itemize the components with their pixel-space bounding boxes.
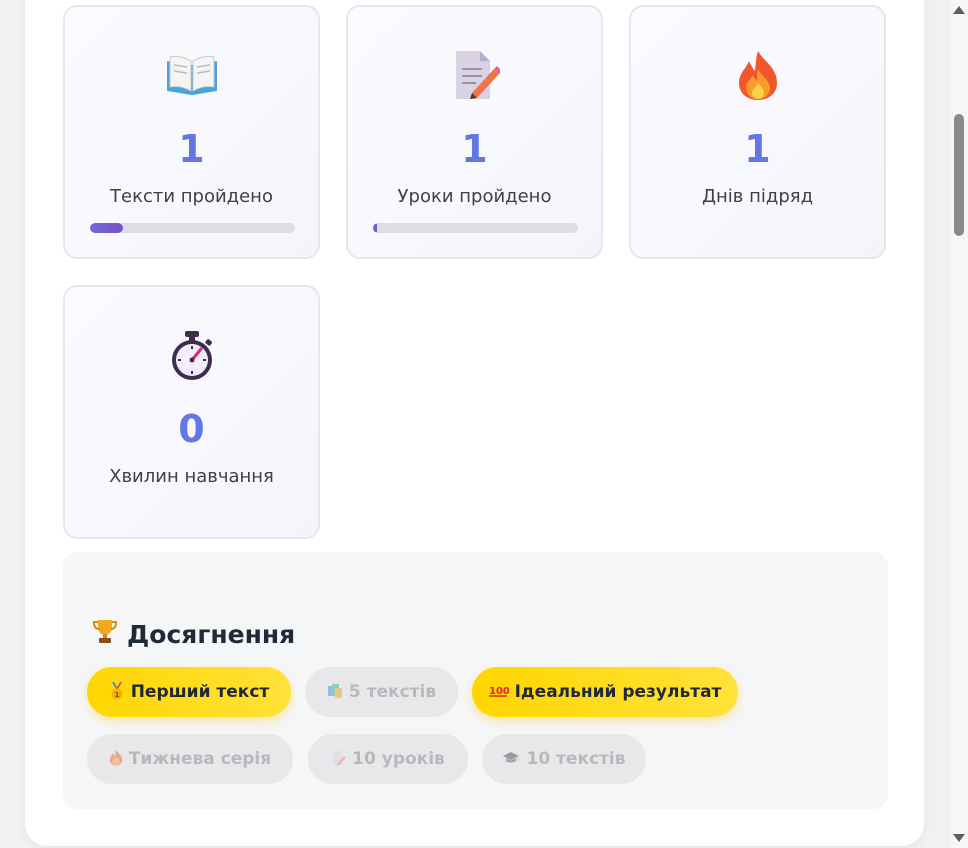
badge-label: Тижнева серія bbox=[128, 749, 272, 769]
fire-icon bbox=[109, 749, 123, 769]
stopwatch-icon bbox=[65, 325, 318, 385]
stat-value: 1 bbox=[178, 127, 205, 171]
badge-label: 10 уроків bbox=[352, 749, 445, 769]
stat-value: 1 bbox=[461, 127, 488, 171]
scroll-up-arrow-icon[interactable] bbox=[953, 6, 965, 14]
badge-label: Ідеальний результат bbox=[514, 682, 722, 702]
fire-icon bbox=[631, 45, 884, 105]
progress-bar bbox=[373, 223, 578, 233]
progress-bar bbox=[90, 223, 295, 233]
page-scrollbar[interactable] bbox=[950, 0, 968, 848]
stat-card-lessons: 1 Уроки пройдено bbox=[346, 5, 603, 259]
stat-label: Днів підряд bbox=[701, 186, 814, 207]
stat-label: Хвилин навчання bbox=[109, 466, 274, 487]
medal-icon: 1 bbox=[109, 681, 125, 703]
open-book-icon bbox=[65, 45, 318, 105]
badge-5-texts[interactable]: 5 текстів bbox=[305, 667, 458, 717]
stat-card-texts: 1 Тексти пройдено bbox=[63, 5, 320, 259]
progress-fill bbox=[373, 223, 378, 233]
trophy-icon bbox=[92, 618, 118, 650]
progress-fill bbox=[90, 223, 123, 233]
svg-text:1: 1 bbox=[114, 691, 119, 699]
scroll-down-arrow-icon[interactable] bbox=[953, 834, 965, 842]
books-icon bbox=[327, 683, 343, 702]
graduation-cap-icon bbox=[502, 751, 520, 768]
stat-value: 1 bbox=[744, 127, 771, 171]
badge-label: 10 текстів bbox=[526, 749, 626, 769]
stat-label: Уроки пройдено bbox=[397, 186, 552, 207]
badge-first-text[interactable]: 1 Перший текст bbox=[87, 667, 291, 717]
achievements-heading: Досягнення bbox=[92, 618, 296, 650]
badge-label: 5 текстів bbox=[348, 682, 437, 702]
hundred-points-icon: 100 bbox=[488, 684, 510, 701]
achievements-section: Досягнення 1 Перший текст 5 текстів 100 … bbox=[63, 552, 888, 809]
stat-label: Тексти пройдено bbox=[110, 186, 273, 207]
badge-10-lessons[interactable]: 10 уроків bbox=[308, 734, 468, 784]
stat-value: 0 bbox=[178, 407, 205, 451]
badge-weekly-streak[interactable]: Тижнева серія bbox=[87, 734, 293, 784]
achievements-title: Досягнення bbox=[127, 619, 296, 649]
stat-card-minutes: 0 Хвилин навчання bbox=[63, 285, 320, 539]
badge-10-texts[interactable]: 10 текстів bbox=[482, 734, 646, 784]
badge-perfect-result[interactable]: 100 Ідеальний результат bbox=[472, 667, 738, 717]
memo-pencil-icon bbox=[348, 45, 601, 105]
badge-label: Перший текст bbox=[130, 682, 270, 702]
scrollbar-thumb[interactable] bbox=[954, 114, 964, 236]
memo-pencil-icon bbox=[331, 750, 346, 769]
stat-card-streak: 1 Днів підряд bbox=[629, 5, 886, 259]
